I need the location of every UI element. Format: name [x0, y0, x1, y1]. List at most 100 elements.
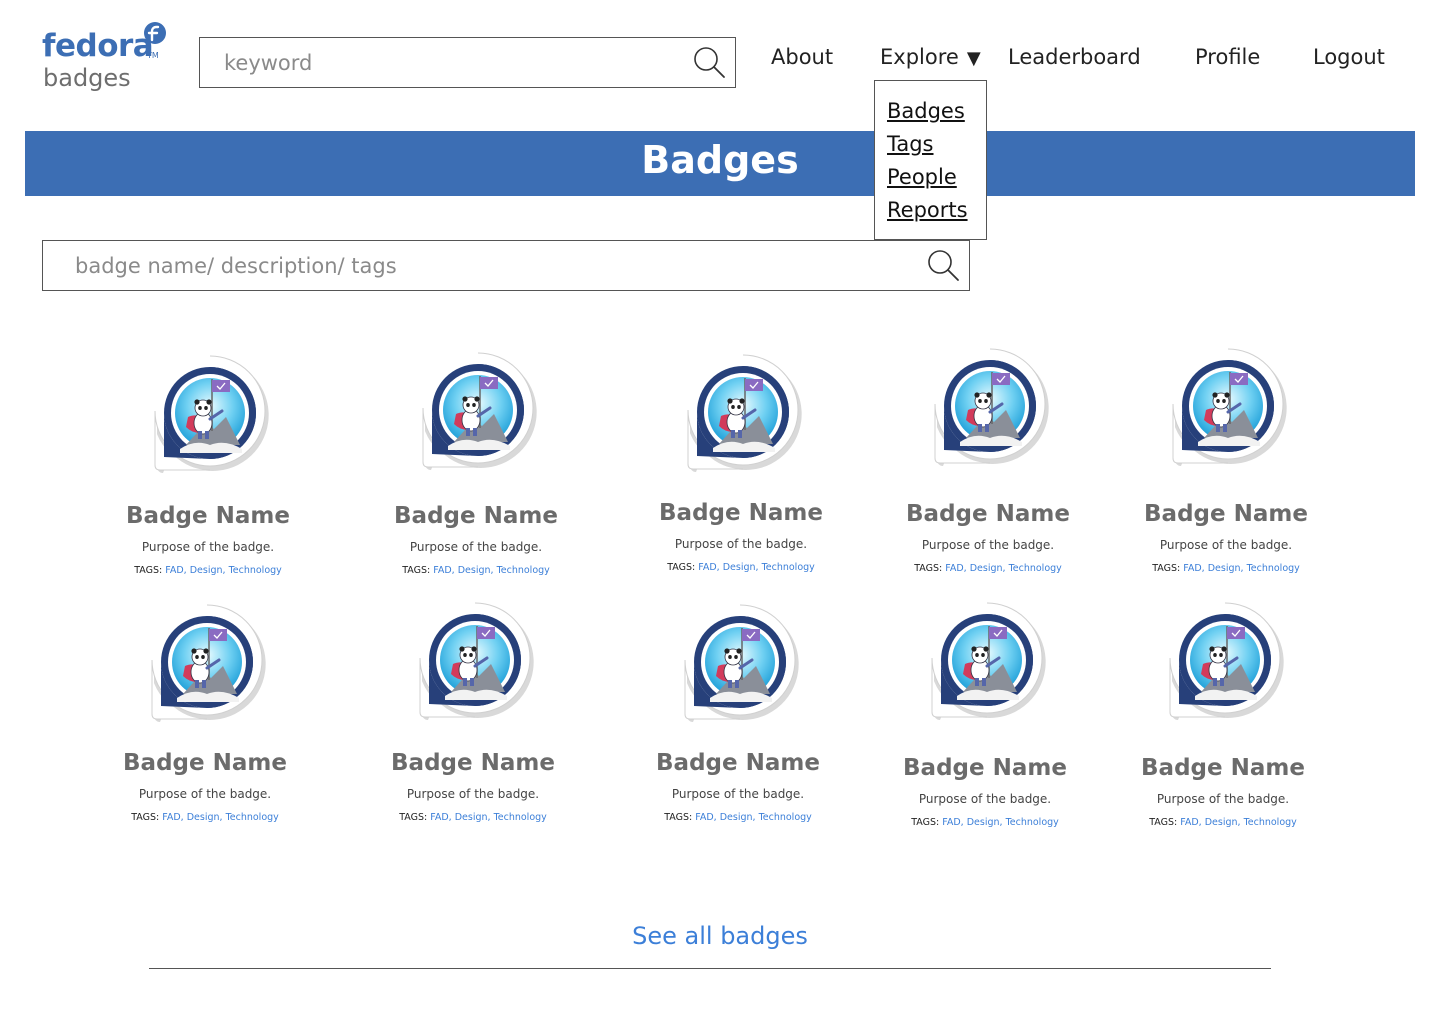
tag-link[interactable]: FAD [942, 817, 960, 828]
tag-link[interactable]: Design [190, 565, 223, 576]
tag-link[interactable]: Technology [229, 565, 282, 576]
badge-image[interactable] [930, 346, 1050, 468]
tag-link[interactable]: FAD [1180, 817, 1198, 828]
tag-link[interactable]: Design [967, 817, 1000, 828]
badge-image[interactable] [415, 600, 535, 722]
tag-link[interactable]: FAD [162, 812, 180, 823]
badge-name[interactable]: Badge Name [1103, 755, 1343, 781]
badge-tags: TAGS: FAD, Design, Technology [1106, 563, 1346, 574]
badge-card[interactable]: Badge Name Purpose of the badge. TAGS: FAD… [353, 600, 593, 840]
logo-trademark: TM [147, 51, 159, 60]
nav-about[interactable]: About [771, 45, 833, 69]
badge-card[interactable]: Badge Name Purpose of the badge. TAGS: FAD… [865, 600, 1105, 840]
badge-purpose: Purpose of the badge. [406, 787, 540, 801]
badge-tags: TAGS: FAD, Design, Technology [1103, 817, 1343, 828]
badge-card[interactable]: Badge Name Purpose of the badge. TAGS: FAD… [618, 602, 858, 842]
explore-menu-item-tags[interactable]: Tags [887, 128, 986, 161]
badge-card[interactable]: Badge Name Purpose of the badge. TAGS: FAD… [85, 602, 325, 842]
tag-link[interactable]: Technology [1247, 563, 1300, 574]
see-all-badges-link[interactable]: See all badges [0, 922, 1440, 950]
nav-leaderboard[interactable]: Leaderboard [1008, 45, 1141, 69]
tag-link[interactable]: Design [1208, 563, 1241, 574]
badge-name[interactable]: Badge Name [1106, 501, 1346, 527]
badge-name[interactable]: Badge Name [88, 503, 328, 529]
tag-link[interactable]: FAD [433, 565, 451, 576]
badge-card[interactable]: Badge Name Purpose of the badge. TAGS: FAD… [621, 352, 861, 592]
fedora-infinity-icon [144, 22, 166, 44]
badge-image[interactable] [1168, 346, 1288, 468]
badge-tags: TAGS: FAD, Design, Technology [85, 812, 325, 823]
logo-product-text: badges [43, 64, 131, 92]
badge-image[interactable] [680, 602, 800, 724]
badge-tags: TAGS: FAD, Design, Technology [88, 565, 328, 576]
tag-link[interactable]: FAD [698, 562, 716, 573]
tag-link[interactable]: Technology [494, 812, 547, 823]
tag-link[interactable]: Design [455, 812, 488, 823]
badge-card[interactable]: Badge Name Purpose of the badge. TAGS: FAD… [88, 353, 328, 593]
explore-menu-item-reports[interactable]: Reports [887, 194, 986, 227]
keyword-search-input[interactable] [224, 46, 664, 80]
badge-search-input[interactable] [75, 249, 895, 283]
tag-link[interactable]: FAD [430, 812, 448, 823]
tags-label: TAGS: [134, 565, 163, 576]
search-icon[interactable] [925, 248, 961, 284]
badge-image[interactable] [1165, 600, 1285, 722]
badge-name[interactable]: Badge Name [353, 750, 593, 776]
badge-image[interactable] [418, 350, 538, 472]
tag-link[interactable]: Design [970, 563, 1003, 574]
tag-link[interactable]: Technology [759, 812, 812, 823]
tag-link[interactable]: FAD [945, 563, 963, 574]
badge-name[interactable]: Badge Name [618, 750, 858, 776]
tag-link[interactable]: Design [458, 565, 491, 576]
tags-label: TAGS: [1152, 563, 1181, 574]
badge-purpose: Purpose of the badge. [409, 540, 543, 554]
badge-card[interactable]: Badge Name Purpose of the badge. TAGS: FAD… [1103, 600, 1343, 840]
tag-link[interactable]: Design [187, 812, 220, 823]
badge-tags: TAGS: FAD, Design, Technology [618, 812, 858, 823]
tag-link[interactable]: Technology [497, 565, 550, 576]
tags-label: TAGS: [914, 563, 943, 574]
tag-link[interactable]: Technology [1006, 817, 1059, 828]
badge-tags: TAGS: FAD, Design, Technology [868, 563, 1108, 574]
badge-image[interactable] [927, 600, 1047, 722]
tags-label: TAGS: [131, 812, 160, 823]
badge-name[interactable]: Badge Name [356, 503, 596, 529]
nav-explore[interactable]: Explore ▼ [880, 45, 981, 69]
page-title: Badges [641, 138, 799, 182]
chevron-down-icon: ▼ [966, 48, 981, 69]
explore-dropdown-menu: Badges Tags People Reports [874, 80, 987, 240]
tag-link[interactable]: Design [1205, 817, 1238, 828]
badge-purpose: Purpose of the badge. [918, 792, 1052, 806]
tag-link[interactable]: Design [723, 562, 756, 573]
badge-name[interactable]: Badge Name [621, 500, 861, 526]
badge-name[interactable]: Badge Name [85, 750, 325, 776]
tags-label: TAGS: [1149, 817, 1178, 828]
badge-tags: TAGS: FAD, Design, Technology [356, 565, 596, 576]
tag-link[interactable]: FAD [165, 565, 183, 576]
badge-image[interactable] [147, 602, 267, 724]
tag-link[interactable]: FAD [1183, 563, 1201, 574]
tag-link[interactable]: Technology [1009, 563, 1062, 574]
search-icon[interactable] [691, 45, 727, 81]
explore-menu-item-badges[interactable]: Badges [887, 95, 986, 128]
tag-link[interactable]: Technology [1244, 817, 1297, 828]
badge-image[interactable] [683, 352, 803, 474]
tag-link[interactable]: FAD [695, 812, 713, 823]
badge-image[interactable] [150, 353, 270, 475]
nav-logout[interactable]: Logout [1313, 45, 1385, 69]
badge-search-box [42, 240, 970, 291]
badge-purpose: Purpose of the badge. [1156, 792, 1290, 806]
nav-profile[interactable]: Profile [1195, 45, 1260, 69]
tag-link[interactable]: Technology [762, 562, 815, 573]
badge-card[interactable]: Badge Name Purpose of the badge. TAGS: FAD… [356, 350, 596, 590]
badge-name[interactable]: Badge Name [868, 501, 1108, 527]
badge-purpose: Purpose of the badge. [921, 538, 1055, 552]
badge-card[interactable]: Badge Name Purpose of the badge. TAGS: FAD… [1106, 346, 1346, 586]
badge-card[interactable]: Badge Name Purpose of the badge. TAGS: FAD… [868, 346, 1108, 586]
badge-name[interactable]: Badge Name [865, 755, 1105, 781]
page-banner: Badges [25, 131, 1415, 196]
tag-link[interactable]: Design [720, 812, 753, 823]
fedora-badges-logo[interactable]: fedora TM badges [40, 20, 170, 95]
explore-menu-item-people[interactable]: People [887, 161, 986, 194]
tag-link[interactable]: Technology [226, 812, 279, 823]
